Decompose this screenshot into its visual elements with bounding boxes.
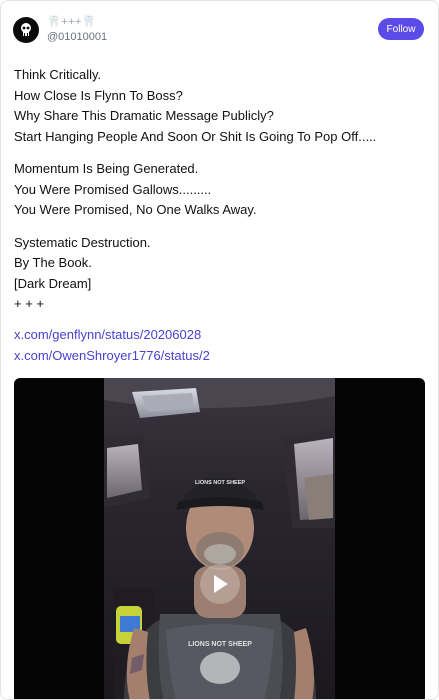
link-genflynn[interactable]: x.com/genflynn/status/20206028: [14, 325, 428, 346]
post-body: Think Critically. How Close Is Flynn To B…: [14, 65, 428, 315]
video-thumbnail: LIONS NOT SHEEP LIONS NOT SHEEP: [104, 378, 335, 699]
play-icon: [213, 575, 228, 593]
video-frame: LIONS NOT SHEEP LIONS NOT SHEEP: [104, 378, 335, 699]
post-line: Start Hanging People And Soon Or Shit Is…: [14, 128, 377, 144]
post-line: Momentum Is Being Generated.: [14, 161, 199, 176]
post-line: [Dark Dream]: [14, 275, 92, 291]
post-card: 🦷+++🦷 @01010001 Follow Think Critically.…: [0, 0, 439, 700]
post-line: Systematic Destruction.: [14, 234, 151, 250]
post-line: You Were Promised Gallows.........: [14, 181, 212, 197]
author-info: 🦷+++🦷 @01010001: [47, 15, 107, 45]
post-line: + + +: [14, 296, 44, 311]
cap-text: LIONS NOT SHEEP: [195, 480, 245, 486]
user-handle[interactable]: @01010001: [47, 29, 107, 45]
post-header: 🦷+++🦷 @01010001 Follow: [13, 15, 426, 47]
follow-button[interactable]: Follow: [378, 18, 424, 40]
post-links: x.com/genflynn/status/20206028 x.com/Owe…: [14, 325, 428, 366]
post-line: Think Critically.: [14, 67, 102, 82]
avatar[interactable]: [13, 17, 39, 43]
skull-icon: [21, 23, 31, 36]
post-line: You Were Promised, No One Walks Away.: [14, 202, 257, 217]
post-line: How Close Is Flynn To Boss?: [14, 87, 183, 103]
link-owenshroyer[interactable]: x.com/OwenShroyer1776/status/2: [14, 346, 428, 367]
play-button[interactable]: [199, 564, 240, 604]
post-line: Why Share This Dramatic Message Publicly…: [14, 108, 274, 123]
post-line: By The Book.: [14, 255, 92, 270]
shirt-text: LIONS NOT SHEEP: [188, 641, 252, 648]
display-name[interactable]: 🦷+++🦷: [47, 15, 107, 29]
video-player[interactable]: LIONS NOT SHEEP LIONS NOT SHEEP: [14, 378, 425, 699]
